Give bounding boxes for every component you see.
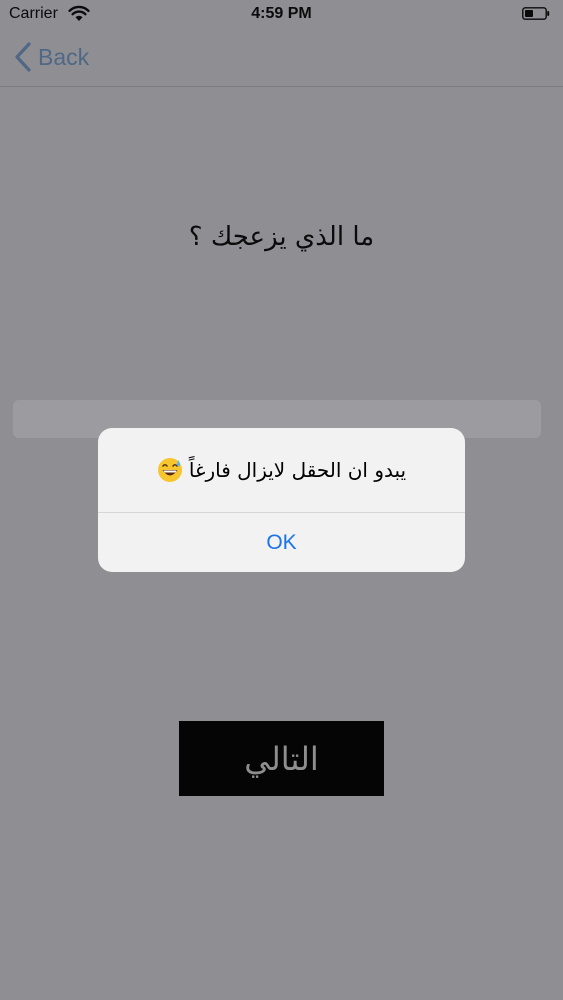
alert-dialog: يبدو ان الحقل لايزال فارغاً OK	[98, 428, 465, 572]
back-button[interactable]: Back	[14, 40, 89, 74]
grinning-sweat-face-icon	[157, 458, 182, 482]
nav-bar: Back	[0, 30, 563, 87]
question-text: ما الذي يزعجك ؟	[188, 222, 375, 252]
chevron-left-icon	[15, 42, 31, 72]
clock: 4:59 PM	[251, 5, 312, 22]
next-button[interactable]: التالي	[179, 721, 384, 796]
status-bar: Carrier 4:59 PM	[0, 0, 563, 30]
battery-icon	[522, 7, 550, 20]
alert-message-row: يبدو ان الحقل لايزال فارغاً	[98, 428, 465, 512]
screen: Carrier 4:59 PM Back ما الذي يزعجك ؟ الت…	[0, 0, 563, 1000]
back-label: Back	[38, 43, 90, 70]
alert-message: يبدو ان الحقل لايزال فارغاً	[188, 458, 407, 482]
alert-ok-button[interactable]: OK	[98, 513, 465, 572]
